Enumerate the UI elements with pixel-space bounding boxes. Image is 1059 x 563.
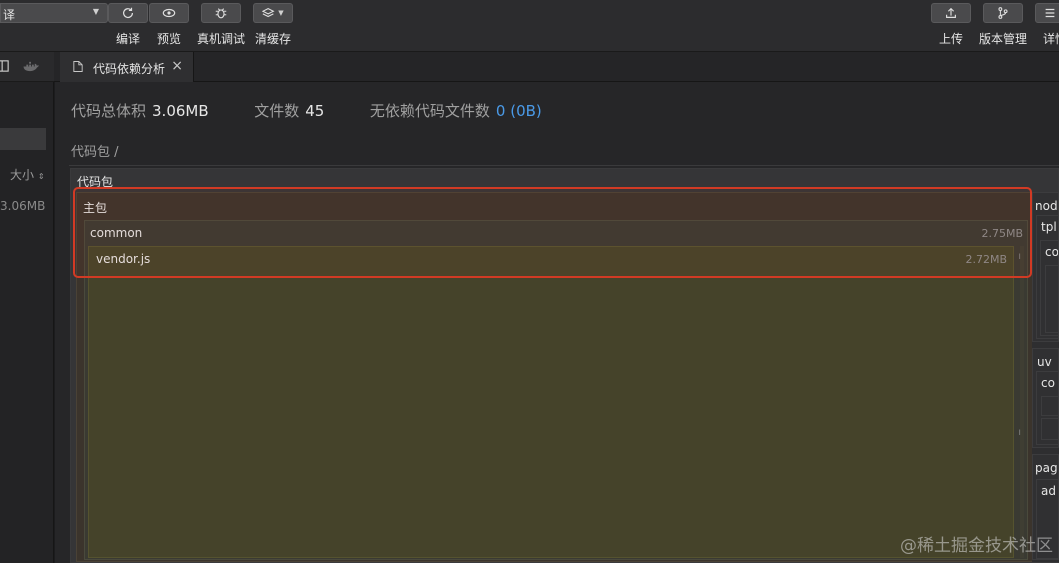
sidebar-selected-row[interactable] [0,128,46,150]
total-size-value: 3.06MB [152,102,209,120]
divider [69,165,1059,166]
clear-cache-label: 清缓存 [255,32,292,46]
tab-label: 代码依赖分析 [93,62,166,76]
editor-tabs: 代码依赖分析 × [54,52,1059,82]
block-label: co [1045,245,1059,259]
tpl-block[interactable]: tpl co [1036,215,1059,339]
details-button[interactable] [1035,3,1059,23]
compile-label: 编译 [116,32,141,46]
no-dep-value-link[interactable]: 0 (0B) [496,102,542,120]
top-toolbar: 译 ▼ ▼ 编译 预览 真机调试 清缓存 上传 版本管理 详情 [0,0,1059,52]
block-label: pag [1035,461,1058,475]
uv-co-block[interactable]: co [1036,371,1058,445]
layers-icon [262,8,275,18]
block-label: co [1041,376,1055,390]
block-label: nod [1035,199,1058,213]
version-control-label: 版本管理 [979,32,1028,46]
compile-mode-select[interactable]: 译 ▼ [0,3,108,23]
compile-button[interactable] [108,3,148,23]
nested-block[interactable] [1045,265,1058,333]
upload-button[interactable] [931,3,971,23]
eye-icon [162,8,176,18]
small-file-strip[interactable] [1020,246,1024,558]
details-label: 详情 [1043,32,1059,46]
version-control-button[interactable] [983,3,1023,23]
stats-bar: 代码总体积 3.06MB 文件数 45 无依赖代码文件数 0 (0B) [71,100,542,121]
sidebar-total-size: 3.06MB [0,199,46,213]
total-size-label: 代码总体积 [71,102,147,120]
uv-block[interactable]: uv co [1032,348,1059,448]
refresh-icon [123,7,133,19]
size-sort-header[interactable]: 大小 ⇕ [10,166,45,183]
nested-block[interactable] [1041,396,1058,416]
sort-icon: ⇕ [37,172,45,181]
node-modules-block[interactable]: nod tpl co [1032,192,1059,342]
size-sort-label: 大小 [10,168,35,182]
file-count-label: 文件数 [254,102,300,120]
highlight-annotation [73,187,1032,278]
block-label: uv [1037,355,1052,369]
block-label: ad [1041,484,1056,498]
remote-debug-label: 真机调试 [197,32,246,46]
vendor-file-block[interactable]: vendor.js 2.72MB [88,246,1014,558]
preview-label: 预览 [157,32,182,46]
close-icon[interactable]: × [171,58,183,74]
panel-icon[interactable] [0,60,9,72]
chevron-down-icon: ▼ [92,7,99,16]
nested-block[interactable] [1041,418,1058,440]
branch-icon [998,7,1008,19]
preview-button[interactable] [149,3,189,23]
tab-dependency-analysis[interactable]: 代码依赖分析 × [60,52,194,82]
clear-cache-button[interactable]: ▼ [253,3,293,23]
file-count-value: 45 [305,102,325,120]
watermark: @稀土掘金技术社区 [900,536,1053,556]
upload-label: 上传 [939,32,964,46]
no-dep-label: 无依赖代码文件数 [369,102,490,120]
file-icon [73,61,83,72]
bug-icon [215,8,227,19]
left-sidebar: 大小 ⇕ 3.06MB [0,52,54,563]
co-block[interactable]: co [1040,240,1059,336]
strip-marker: ı [1018,427,1021,438]
chevron-down-icon: ▼ [278,9,284,17]
docker-icon[interactable] [22,60,40,73]
compile-mode-value: 译 [3,8,16,22]
block-label: tpl [1041,220,1057,234]
breadcrumb[interactable]: 代码包 / [71,141,119,160]
dependency-analysis-panel: 代码总体积 3.06MB 文件数 45 无依赖代码文件数 0 (0B) 代码包 / 代… [55,82,1059,563]
remote-debug-button[interactable] [201,3,241,23]
upload-icon [946,7,956,18]
menu-icon [1045,8,1055,18]
sidebar-header [0,52,54,82]
right-column-blocks: nod tpl co uv co pag ad [1032,192,1059,562]
